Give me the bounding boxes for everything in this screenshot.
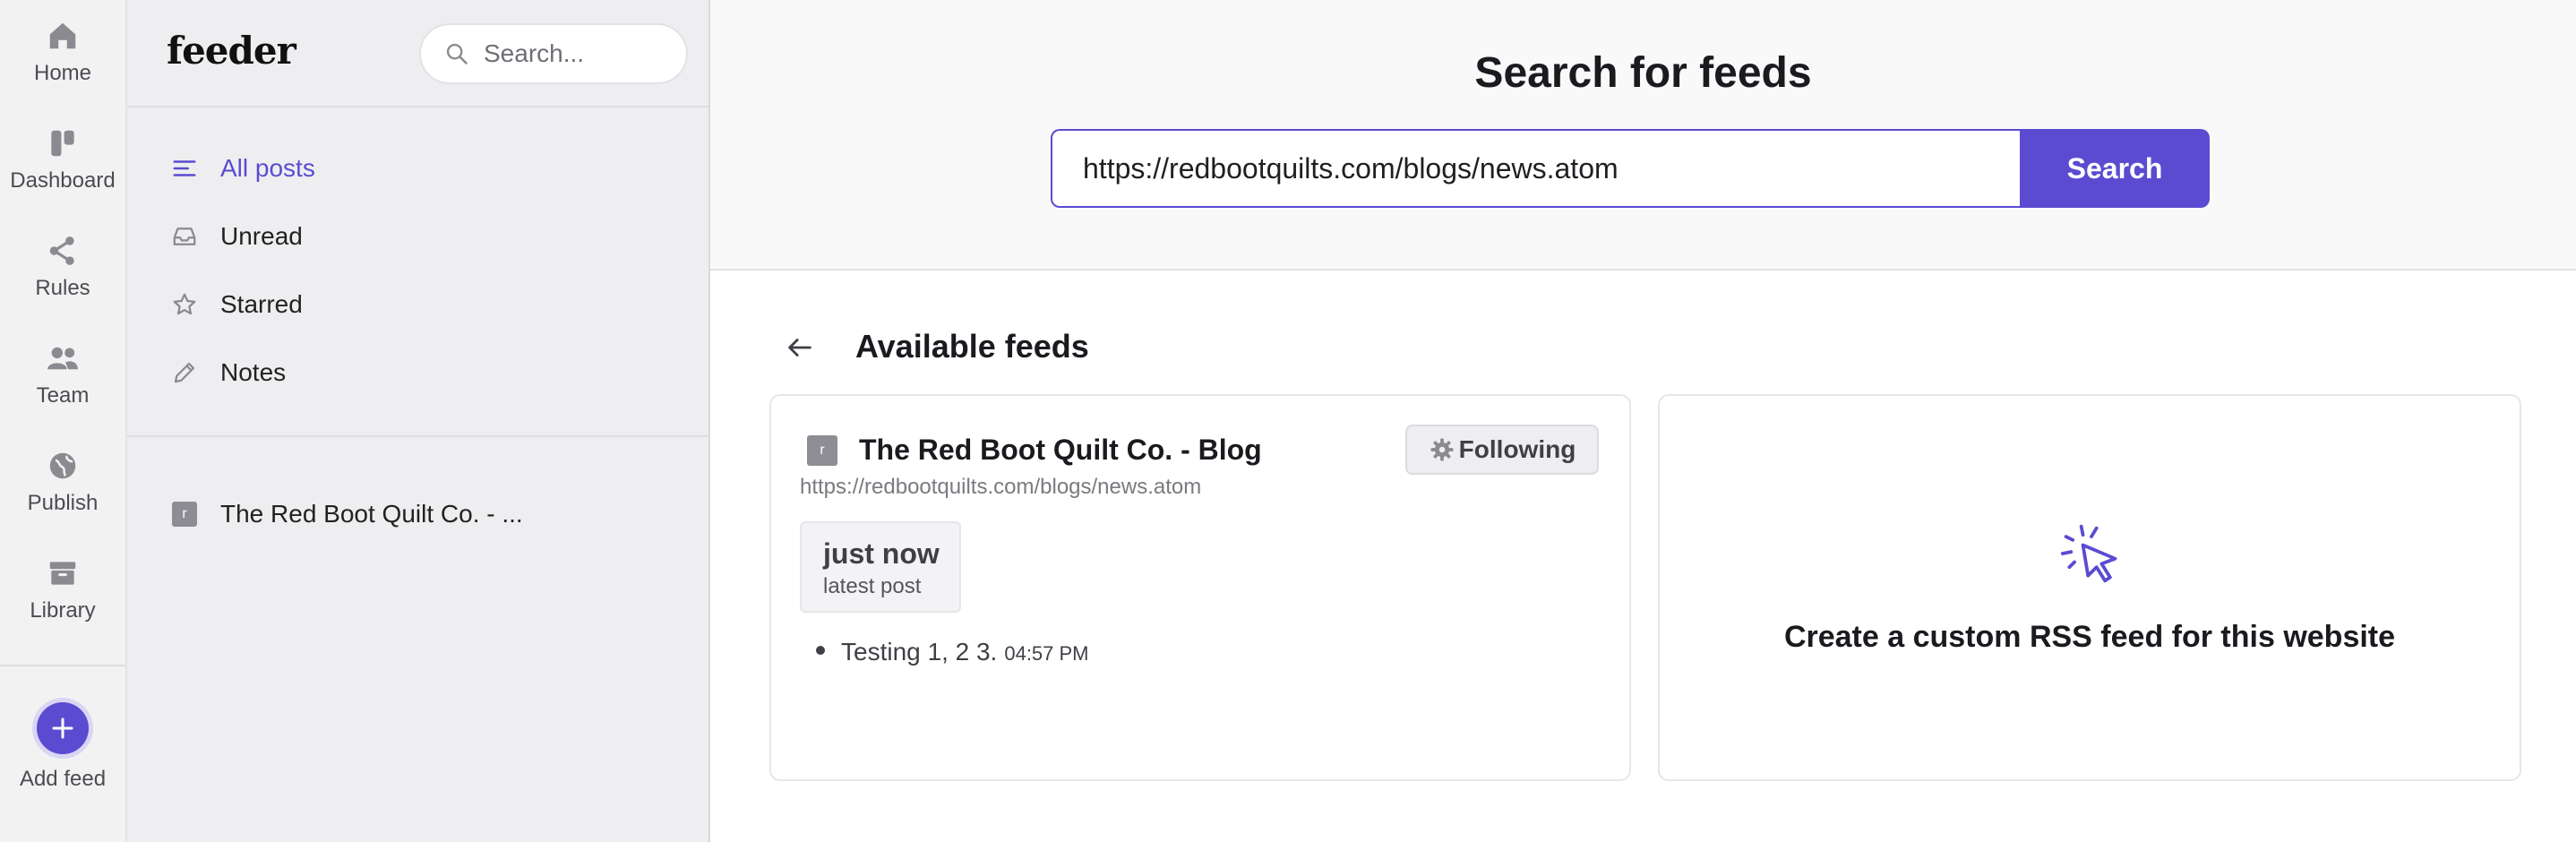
sidebar-feed-label: The Red Boot Quilt Co. - ...: [220, 500, 523, 528]
nav-unread-label: Unread: [220, 222, 303, 250]
rail-item-home[interactable]: Home: [0, 16, 125, 86]
rail-divider: [0, 665, 125, 666]
sidebar-divider: [127, 106, 710, 107]
following-button[interactable]: Following: [1405, 425, 1599, 475]
arrow-left-icon: [788, 339, 811, 357]
rail-label-rules: Rules: [35, 276, 90, 300]
rail-label-dashboard: Dashboard: [10, 168, 116, 193]
latest-post-label: latest post: [823, 574, 922, 598]
nav-notes[interactable]: Notes: [167, 355, 286, 391]
post-list-item[interactable]: Testing 1, 2 3. 04:57 PM: [816, 638, 1089, 666]
rail-item-dashboard[interactable]: Dashboard: [0, 124, 125, 193]
search-icon: [446, 43, 468, 64]
inbox-icon: [167, 219, 202, 254]
feed-url-value: https://redbootquilts.com/blogs/news.ato…: [1083, 151, 1619, 185]
cursor-click-icon: [2060, 524, 2117, 583]
add-feed-label: Add feed: [19, 767, 107, 791]
latest-post-stat: just now latest post: [800, 521, 961, 613]
feed-title: The Red Boot Quilt Co. - Blog: [859, 434, 1262, 466]
left-rail: Home Dashboard Rules Team Publish Librar…: [0, 0, 127, 842]
feed-url-input[interactable]: https://redbootquilts.com/blogs/news.ato…: [1051, 129, 2022, 208]
home-icon: [43, 16, 82, 56]
search-placeholder: Search...: [484, 39, 585, 67]
plus-icon: [37, 702, 89, 754]
feed-favicon-wrap: r: [167, 496, 202, 532]
archive-icon: [43, 554, 82, 593]
rail-label-home: Home: [33, 61, 92, 85]
rail-item-library[interactable]: Library: [0, 554, 125, 623]
nav-notes-label: Notes: [220, 358, 287, 386]
back-button[interactable]: [782, 330, 818, 365]
rail-item-publish[interactable]: Publish: [0, 446, 125, 516]
sidebar-divider-2: [127, 435, 710, 437]
rail-label-publish: Publish: [27, 491, 99, 515]
add-feed-button[interactable]: Add feed: [0, 702, 125, 792]
search-button[interactable]: Search: [2020, 129, 2210, 208]
feed-url: https://redbootquilts.com/blogs/news.ato…: [800, 475, 1202, 499]
list-icon: [167, 150, 202, 186]
nav-starred-label: Starred: [220, 290, 303, 318]
share-icon: [43, 231, 82, 271]
nav-starred[interactable]: Starred: [167, 287, 303, 322]
gear-icon: [1430, 438, 1454, 461]
rail-item-rules[interactable]: Rules: [0, 231, 125, 301]
available-feeds-title: Available feeds: [855, 328, 1089, 365]
bullet-icon: [816, 646, 825, 655]
dashboard-icon: [43, 124, 82, 163]
pencil-icon: [167, 355, 202, 391]
post-time: 04:57 PM: [1004, 642, 1089, 665]
sidebar: feeder Search... All posts Unread Starre…: [127, 0, 710, 842]
rail-label-library: Library: [30, 598, 96, 623]
following-label: Following: [1458, 435, 1576, 463]
page-title: Search for feeds: [1474, 49, 1812, 97]
app-logo: feeder: [167, 29, 296, 73]
nav-all-posts-label: All posts: [220, 154, 315, 182]
main-panel: Search for feeds https://redbootquilts.c…: [710, 0, 2576, 842]
star-icon: [167, 287, 202, 322]
nav-all-posts[interactable]: All posts: [167, 150, 315, 186]
feed-favicon-icon: r: [807, 435, 837, 466]
post-title: Testing 1, 2 3.: [841, 638, 998, 666]
custom-feed-text: Create a custom RSS feed for this websit…: [1783, 620, 2396, 654]
rail-label-team: Team: [36, 383, 90, 408]
feed-result-card: r The Red Boot Quilt Co. - Blog https://…: [769, 394, 1631, 781]
sidebar-feed-item[interactable]: r The Red Boot Quilt Co. - ...: [167, 496, 523, 532]
nav-unread[interactable]: Unread: [167, 219, 303, 254]
sidebar-search-input[interactable]: Search...: [419, 23, 688, 84]
custom-feed-card[interactable]: Create a custom RSS feed for this websit…: [1658, 394, 2521, 781]
latest-post-value: just now: [823, 537, 940, 570]
search-header: Search for feeds https://redbootquilts.c…: [710, 0, 2576, 271]
feed-favicon-icon: r: [172, 502, 197, 527]
rail-item-team[interactable]: Team: [0, 339, 125, 408]
globe-icon: [43, 446, 82, 485]
team-icon: [43, 339, 82, 378]
